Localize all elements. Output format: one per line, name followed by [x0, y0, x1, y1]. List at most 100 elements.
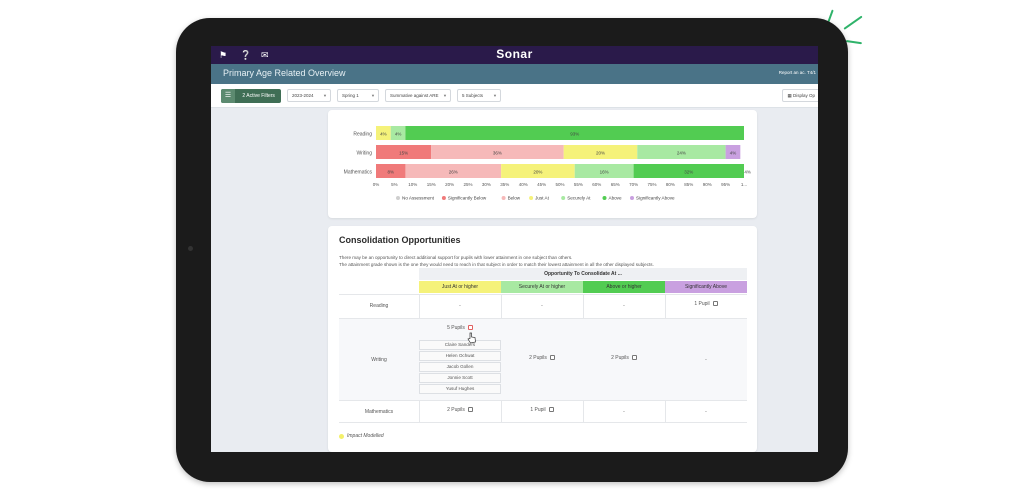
active-filters-button[interactable]: ☰ 2 Active Filters [221, 89, 281, 103]
bar-category-label: Reading [353, 132, 372, 138]
filter-icon: ☰ [221, 89, 235, 103]
x-tick-label: 40% [519, 182, 528, 187]
comparison-select-value: Summative against ARE [390, 93, 439, 98]
hand-cursor-icon [467, 332, 476, 344]
impact-legend: Impact Modelled [339, 433, 384, 439]
row-divider [339, 422, 747, 423]
legend-label: Just At [535, 196, 550, 201]
bar-data-label: 15% [399, 150, 408, 155]
bar-category-label: Writing [357, 151, 373, 157]
col-header-above: Above or higher [583, 281, 665, 293]
term-select-value: Spring 1 [342, 93, 359, 98]
x-tick-label: 80% [666, 182, 675, 187]
x-tick-label: 85% [684, 182, 693, 187]
legend-marker [602, 196, 607, 200]
legend-label: Below [508, 196, 521, 201]
pupil-name[interactable]: Jonnie Scott [419, 373, 501, 383]
chevron-down-icon: ▼ [493, 93, 497, 98]
chevron-down-icon: ▼ [443, 93, 447, 98]
legend-label: Significantly Above [636, 196, 675, 201]
app-screen: ⚑ ❔ ✉ Sonar Primary Age Related Overview… [211, 46, 818, 452]
consolidation-description: There may be an opportunity to direct ad… [339, 255, 573, 260]
subjects-select-value: 5 Subjects [462, 93, 484, 98]
table-cell: 5 Pupils [419, 325, 501, 331]
bar-data-label: 26% [449, 169, 458, 174]
bar-data-label: 36% [493, 150, 502, 155]
term-select[interactable]: Spring 1 ▼ [337, 89, 379, 102]
bar-data-label: 4% [744, 169, 751, 174]
x-tick-label: 1... [741, 182, 747, 187]
year-select[interactable]: 2023-2024 ▼ [287, 89, 331, 102]
bar-data-label: 8% [387, 169, 394, 174]
pupil-count: 1 Pupil [694, 301, 710, 307]
pupil-name[interactable]: Claire Sanders [419, 340, 501, 350]
pupil-count: 5 Pupils [447, 325, 465, 331]
pupil-count: 1 Pupil [530, 407, 546, 413]
impact-label: Impact Modelled [347, 433, 384, 439]
col-header-significantly-above: Significantly Above [665, 281, 747, 293]
table-cell: 1 Pupil [501, 407, 583, 413]
chevron-down-icon: ▼ [371, 93, 375, 98]
table-cell: - [623, 303, 625, 309]
table-cell: - [623, 409, 625, 415]
attainment-chart-card: Reading 4% 4% 93% Writing 15% 36% 20% 24% 4% Mathe… [328, 110, 757, 218]
top-nav: ⚑ ❔ ✉ Sonar [211, 46, 818, 64]
display-options-button[interactable]: ▦ Display Op [782, 89, 818, 102]
bar-data-label: 20% [596, 150, 605, 155]
x-tick-label: 95% [721, 182, 730, 187]
impact-checkbox[interactable] [712, 301, 718, 307]
year-select-value: 2023-2024 [292, 93, 314, 98]
row-subject-writing: Writing [371, 357, 387, 363]
legend-label: Securely At [567, 196, 591, 201]
consolidation-card: Consolidation Opportunities There may be… [328, 226, 757, 452]
legend-marker [441, 196, 446, 200]
pupil-name[interactable]: Helen Ochwat [419, 351, 501, 361]
pupil-count: 2 Pupils [529, 355, 547, 361]
table-cell: - [541, 303, 543, 309]
impact-checkbox[interactable] [467, 407, 473, 413]
subjects-select[interactable]: 5 Subjects ▼ [457, 89, 501, 102]
page-title: Primary Age Related Overview [223, 68, 346, 78]
x-tick-label: 0% [373, 182, 380, 187]
legend-label: Above [609, 196, 622, 201]
x-tick-label: 65% [611, 182, 620, 187]
consolidation-description: The attainment grade shown is the one th… [339, 262, 654, 267]
x-tick-label: 75% [647, 182, 656, 187]
legend-marker [529, 196, 534, 200]
legend-marker [396, 196, 400, 200]
table-cell: - [705, 409, 707, 415]
x-tick-label: 50% [555, 182, 564, 187]
x-tick-label: 15% [427, 182, 436, 187]
page: ⚑ ❔ ✉ Sonar Primary Age Related Overview… [0, 0, 1024, 500]
bar-data-label: 93% [570, 131, 579, 136]
page-header: Primary Age Related Overview Report an a… [211, 64, 818, 84]
col-header-just-at: Just At or higher [419, 281, 501, 293]
comparison-select[interactable]: Summative against ARE ▼ [385, 89, 451, 102]
impact-checkbox[interactable] [467, 325, 473, 331]
impact-checkbox[interactable] [548, 407, 554, 413]
legend-marker [561, 196, 566, 200]
sparkle-line [843, 15, 863, 30]
table-cell: 2 Pupils [501, 355, 583, 361]
impact-checkbox[interactable] [631, 355, 637, 361]
x-tick-label: 70% [629, 182, 638, 187]
bar-data-label: 20% [533, 169, 542, 174]
pupil-name[interactable]: Jacob Gollen [419, 362, 501, 372]
report-link[interactable]: Report an ac. T4/1 [779, 70, 816, 75]
table-cell: 2 Pupils [583, 355, 665, 361]
x-tick-label: 5% [391, 182, 398, 187]
impact-dot [339, 433, 344, 439]
consolidation-title: Consolidation Opportunities [339, 235, 461, 245]
row-subject-mathematics: Mathematics [364, 409, 394, 415]
pupil-name[interactable]: Yusuf Hughes [419, 384, 501, 394]
sparkle-line [845, 40, 862, 45]
filter-bar: ☰ 2 Active Filters 2023-2024 ▼ Spring 1 … [211, 84, 818, 108]
x-tick-label: 60% [592, 182, 601, 187]
impact-checkbox[interactable] [549, 355, 555, 361]
bar-data-label: 4% [730, 150, 737, 155]
x-tick-label: 20% [445, 182, 454, 187]
camera-dot [188, 246, 193, 251]
row-divider [339, 400, 747, 401]
pupil-count: 2 Pupils [611, 355, 629, 361]
x-tick-label: 30% [482, 182, 491, 187]
